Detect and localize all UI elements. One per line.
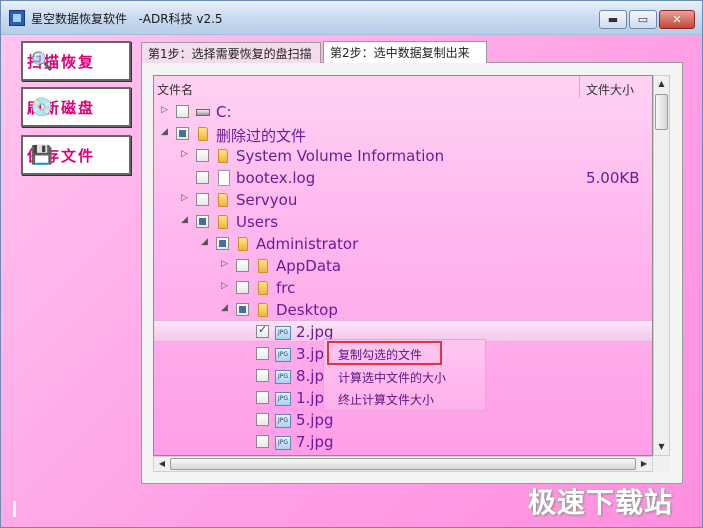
drive-icon bbox=[196, 109, 210, 116]
column-divider[interactable] bbox=[579, 76, 580, 98]
highlight-box bbox=[327, 341, 442, 365]
window-title: 星空数据恢复软件 -ADR科技 v2.5 bbox=[31, 12, 223, 26]
tree-row[interactable]: ▷ frc bbox=[154, 277, 652, 299]
scrollbar-corner bbox=[653, 456, 670, 472]
tree-row[interactable]: ▷ Servyou bbox=[154, 189, 652, 211]
scroll-down-arrow-icon[interactable]: ▼ bbox=[654, 439, 669, 455]
row-checkbox[interactable] bbox=[256, 369, 269, 382]
tree-row[interactable]: ▷ System Volume Information bbox=[154, 145, 652, 167]
jpg-file-icon: JPG bbox=[275, 348, 291, 362]
row-checkbox[interactable] bbox=[176, 127, 189, 140]
folder-icon bbox=[218, 149, 228, 163]
row-checkbox[interactable] bbox=[256, 391, 269, 404]
row-name: Desktop bbox=[276, 301, 338, 319]
folder-icon bbox=[218, 193, 228, 207]
jpg-file-icon: JPG bbox=[275, 326, 291, 340]
expand-arrow-icon[interactable]: ▷ bbox=[221, 281, 231, 293]
collapse-arrow-icon[interactable]: ◢ bbox=[161, 127, 171, 139]
refresh-disk-button[interactable]: 💿 刷新磁盘 bbox=[21, 87, 131, 127]
title-bar[interactable]: 星空数据恢复软件 -ADR科技 v2.5 ▬ ▭ ✕ bbox=[1, 1, 702, 35]
jpg-file-icon: JPG bbox=[275, 392, 291, 406]
row-checkbox[interactable] bbox=[196, 215, 209, 228]
folder-icon bbox=[258, 259, 268, 273]
row-name: Administrator bbox=[256, 235, 359, 253]
tree-row[interactable]: JPG 5.jpg bbox=[154, 409, 652, 431]
magnifier-icon: 🔍 bbox=[30, 50, 54, 72]
row-checkbox[interactable] bbox=[256, 413, 269, 426]
row-name: 删除过的文件 bbox=[216, 127, 307, 145]
row-checkbox[interactable] bbox=[216, 237, 229, 250]
collapse-arrow-icon[interactable]: ◢ bbox=[201, 237, 211, 249]
save-file-button[interactable]: 💾 保存文件 bbox=[21, 135, 131, 175]
row-name: 5.jpg bbox=[296, 411, 334, 429]
jpg-file-icon: JPG bbox=[275, 436, 291, 450]
jpg-file-icon: JPG bbox=[275, 414, 291, 428]
scroll-right-arrow-icon[interactable]: ▶ bbox=[636, 457, 652, 471]
app-logo-icon bbox=[9, 10, 25, 26]
tree-row[interactable]: JPG 7.jpg bbox=[154, 431, 652, 453]
row-name: Users bbox=[236, 213, 279, 231]
scroll-up-arrow-icon[interactable]: ▲ bbox=[654, 76, 669, 92]
row-checkbox[interactable] bbox=[176, 105, 189, 118]
scan-recover-button[interactable]: 🔍 扫描恢复 bbox=[21, 41, 131, 81]
folder-icon bbox=[198, 127, 208, 141]
tree-row[interactable]: ◢ Administrator bbox=[154, 233, 652, 255]
file-icon bbox=[218, 170, 230, 186]
folder-icon bbox=[258, 303, 268, 317]
row-checkbox[interactable] bbox=[256, 347, 269, 360]
expand-arrow-icon[interactable]: ▷ bbox=[221, 259, 231, 271]
tree-row[interactable]: bootex.log 5.00KB bbox=[154, 167, 652, 189]
horizontal-scrollbar[interactable]: ◀ ▶ bbox=[153, 456, 653, 472]
collapse-arrow-icon[interactable]: ◢ bbox=[221, 303, 231, 315]
row-size: 5.00KB bbox=[586, 169, 640, 187]
save-icon: 💾 bbox=[30, 144, 54, 166]
row-name: C: bbox=[216, 103, 232, 121]
expand-arrow-icon[interactable]: ▷ bbox=[181, 149, 191, 161]
row-name: Servyou bbox=[236, 191, 298, 209]
vertical-scrollbar[interactable]: ▲ ▼ bbox=[653, 75, 670, 456]
row-checkbox[interactable] bbox=[196, 171, 209, 184]
tree-row[interactable]: ▷ C: bbox=[154, 101, 652, 123]
menu-item-stop-calc[interactable]: 终止计算文件大小 bbox=[338, 391, 434, 408]
row-checkbox[interactable] bbox=[236, 303, 249, 316]
tree-row[interactable]: ◢ Users bbox=[154, 211, 652, 233]
row-checkbox[interactable] bbox=[256, 323, 269, 338]
close-button[interactable]: ✕ bbox=[659, 10, 695, 29]
maximize-button[interactable]: ▭ bbox=[629, 10, 657, 29]
column-header-size[interactable]: 文件大小 bbox=[586, 81, 634, 98]
tab-step-2[interactable]: 第2步：选中数据复制出来 bbox=[323, 41, 487, 63]
status-grip bbox=[13, 501, 16, 517]
scroll-left-arrow-icon[interactable]: ◀ bbox=[154, 457, 170, 471]
row-name: System Volume Information bbox=[236, 147, 445, 165]
column-header-name[interactable]: 文件名 bbox=[157, 81, 193, 98]
row-checkbox[interactable] bbox=[196, 193, 209, 206]
row-name: AppData bbox=[276, 257, 342, 275]
row-checkbox[interactable] bbox=[236, 281, 249, 294]
expand-arrow-icon[interactable]: ▷ bbox=[181, 193, 191, 205]
row-checkbox[interactable] bbox=[196, 149, 209, 162]
horizontal-scroll-thumb[interactable] bbox=[170, 458, 636, 470]
row-checkbox[interactable] bbox=[256, 435, 269, 448]
watermark: 极速下载站 bbox=[528, 486, 674, 519]
menu-item-calc-size[interactable]: 计算选中文件的大小 bbox=[338, 369, 446, 386]
folder-icon bbox=[218, 215, 228, 229]
tree-header: 文件名 文件大小 bbox=[154, 76, 652, 98]
row-checkbox[interactable] bbox=[236, 259, 249, 272]
expand-arrow-icon[interactable]: ▷ bbox=[161, 105, 171, 117]
folder-icon bbox=[238, 237, 248, 251]
tree-row[interactable]: ▷ AppData bbox=[154, 255, 652, 277]
tab-step-1[interactable]: 第1步：选择需要恢复的盘扫描 bbox=[141, 42, 321, 63]
disk-icon: 💿 bbox=[30, 96, 54, 118]
folder-icon bbox=[258, 281, 268, 295]
collapse-arrow-icon[interactable]: ◢ bbox=[181, 215, 191, 227]
row-name: frc bbox=[276, 279, 296, 297]
tree-row[interactable]: ◢ Desktop bbox=[154, 299, 652, 321]
vertical-scroll-thumb[interactable] bbox=[655, 94, 668, 130]
tree-row[interactable]: ◢ 删除过的文件 bbox=[154, 123, 652, 145]
row-name: 7.jpg bbox=[296, 433, 334, 451]
jpg-file-icon: JPG bbox=[275, 370, 291, 384]
row-name: bootex.log bbox=[236, 169, 316, 187]
minimize-button[interactable]: ▬ bbox=[599, 10, 627, 29]
app-window: 星空数据恢复软件 -ADR科技 v2.5 ▬ ▭ ✕ 🔍 扫描恢复 💿 刷新磁盘… bbox=[0, 0, 703, 528]
